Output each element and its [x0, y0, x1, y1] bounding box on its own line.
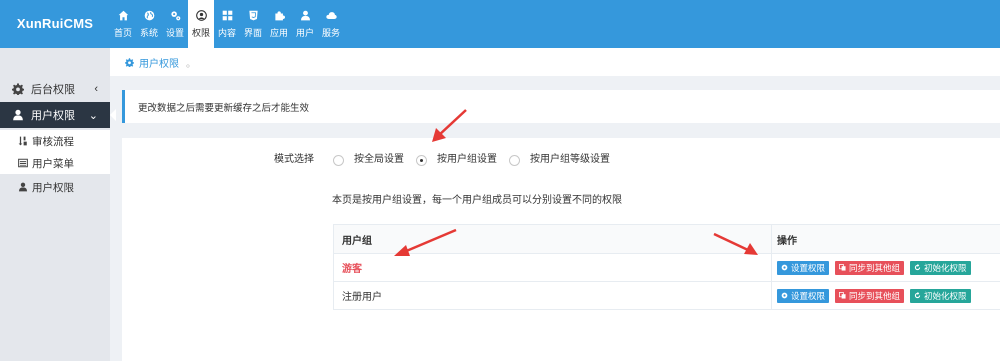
html5-icon — [248, 10, 258, 20]
column-header-group: 用户组 — [334, 225, 772, 253]
table-row: 游客 设置权限 同步到其他组 初始化权限 — [334, 253, 1000, 281]
table-header-row: 用户组 操作 — [334, 225, 1000, 253]
user-icon — [18, 182, 28, 192]
nav-item-system[interactable]: 系统 — [136, 0, 162, 48]
nav-label: 内容 — [217, 27, 236, 38]
nav-label: 服务 — [321, 27, 340, 38]
refresh-icon — [914, 292, 921, 299]
sidebar-group-label: 用户权限 — [31, 110, 75, 122]
chevron-left-icon: ‹ — [94, 83, 98, 95]
radio-button-checked[interactable] — [416, 154, 427, 166]
nav-label: 用户 — [295, 27, 314, 38]
nav-label: 应用 — [269, 27, 288, 38]
mode-description: 本页是按用户组设置，每一个用户组成员可以分别设置不同的权限 — [332, 195, 622, 206]
reset-permissions-button[interactable]: 初始化权限 — [910, 260, 971, 275]
breadcrumb-link[interactable]: 用户权限 — [139, 55, 179, 70]
sidebar-item-label: 审核流程 — [32, 135, 74, 148]
set-permissions-button[interactable]: 设置权限 — [777, 260, 830, 275]
list-icon — [18, 158, 28, 168]
nav-item-permissions[interactable]: 权限 — [188, 0, 214, 48]
sync-to-other-groups-button[interactable]: 同步到其他组 — [835, 288, 905, 303]
cache-notice: 更改数据之后需要更新缓存之后才能生效 — [122, 90, 1000, 123]
radio-by-group-level[interactable]: 按用户组等级设置 — [509, 152, 610, 168]
nav-item-home[interactable]: 首页 — [110, 0, 136, 48]
radio-global[interactable]: 按全局设置 — [333, 152, 404, 168]
gear-icon — [781, 264, 788, 271]
nav-label: 权限 — [191, 27, 210, 38]
nav-item-interface[interactable]: 界面 — [240, 0, 266, 48]
actions-cell: 设置权限 同步到其他组 初始化权限 — [772, 254, 1000, 281]
cloud-icon — [325, 11, 337, 19]
nav-label: 界面 — [243, 27, 262, 38]
nav-item-users[interactable]: 用户 — [292, 0, 318, 48]
globe-icon — [144, 10, 154, 20]
top-navbar: XunRuiCMS 首页 系统 设置 权限 内容 界面 应用 用户 服务 — [0, 0, 1000, 48]
sidebar-item-label: 用户菜单 — [32, 157, 74, 170]
sort-icon — [18, 136, 27, 146]
button-label: 初始化权限 — [924, 262, 967, 273]
nav-item-services[interactable]: 服务 — [318, 0, 344, 48]
sidebar-item-audit-flow[interactable]: 审核流程 — [0, 130, 110, 152]
home-icon — [118, 10, 128, 20]
group-name: 注册用户 — [342, 292, 382, 303]
sync-to-other-groups-button[interactable]: 同步到其他组 — [835, 260, 905, 275]
nav-label: 系统 — [139, 27, 158, 38]
logo[interactable]: XunRuiCMS — [0, 0, 110, 48]
nav-item-content[interactable]: 内容 — [214, 0, 240, 48]
cogs-icon — [170, 10, 180, 20]
radio-button[interactable] — [333, 154, 344, 166]
copy-icon — [839, 264, 846, 271]
group-name-cell: 注册用户 — [334, 282, 772, 309]
radio-button[interactable] — [509, 154, 520, 166]
breadcrumb-separator: 。 — [186, 58, 196, 70]
gear-icon — [12, 83, 24, 95]
radio-label: 按全局设置 — [354, 154, 404, 165]
nav-item-apps[interactable]: 应用 — [266, 0, 292, 48]
sidebar-group-label: 后台权限 — [31, 84, 75, 96]
table-row: 注册用户 设置权限 同步到其他组 初始化权限 — [334, 281, 1000, 309]
copy-icon — [839, 292, 846, 299]
sidebar-item-user-menu[interactable]: 用户菜单 — [0, 152, 110, 174]
active-indicator — [110, 109, 116, 121]
sidebar-group-admin-permissions[interactable]: 后台权限 ‹ — [0, 76, 110, 102]
user-icon — [300, 10, 310, 20]
main-nav: 首页 系统 设置 权限 内容 界面 应用 用户 服务 — [110, 0, 344, 48]
button-label: 初始化权限 — [924, 290, 967, 301]
group-table: 用户组 操作 游客 设置权限 同步到其他组 初始化权限 注册用户 设置权限 同步… — [333, 224, 1000, 310]
sidebar-item-label: 用户权限 — [32, 181, 74, 194]
mode-label: 模式选择 — [274, 154, 314, 165]
puzzle-icon — [274, 10, 285, 20]
button-label: 同步到其他组 — [849, 290, 901, 301]
group-name-cell: 游客 — [334, 254, 772, 281]
content-panel: 模式选择 按全局设置 按用户组设置 按用户组等级设置 本页是按用户组设置，每一个… — [122, 138, 1000, 361]
button-label: 同步到其他组 — [849, 262, 901, 273]
sidebar-item-user-permissions[interactable]: 用户权限 — [0, 176, 110, 198]
button-label: 设置权限 — [791, 262, 826, 273]
group-name: 游客 — [342, 264, 362, 275]
refresh-icon — [914, 264, 921, 271]
actions-cell: 设置权限 同步到其他组 初始化权限 — [772, 282, 1000, 309]
nav-item-settings[interactable]: 设置 — [162, 0, 188, 48]
nav-label: 设置 — [165, 27, 184, 38]
button-label: 设置权限 — [791, 290, 826, 301]
radio-by-group[interactable]: 按用户组设置 — [416, 152, 497, 168]
chevron-down-icon: ⌄ — [88, 109, 98, 122]
radio-label: 按用户组等级设置 — [530, 154, 610, 165]
gear-icon — [125, 57, 134, 67]
user-icon — [13, 109, 23, 121]
column-header-actions: 操作 — [777, 235, 797, 247]
user-circle-icon — [195, 9, 207, 21]
breadcrumb: 用户权限 。 — [110, 48, 1000, 76]
sidebar: 后台权限 ‹ 用户权限 ⌄ 审核流程 用户菜单 用户权限 — [0, 48, 116, 361]
notice-text: 更改数据之后需要更新缓存之后才能生效 — [138, 102, 310, 114]
reset-permissions-button[interactable]: 初始化权限 — [910, 288, 971, 303]
set-permissions-button[interactable]: 设置权限 — [777, 288, 830, 303]
radio-label: 按用户组设置 — [437, 154, 497, 165]
grid-icon — [222, 10, 232, 20]
sidebar-group-user-permissions[interactable]: 用户权限 ⌄ — [0, 102, 116, 128]
nav-label: 首页 — [113, 27, 132, 38]
gear-icon — [781, 292, 788, 299]
